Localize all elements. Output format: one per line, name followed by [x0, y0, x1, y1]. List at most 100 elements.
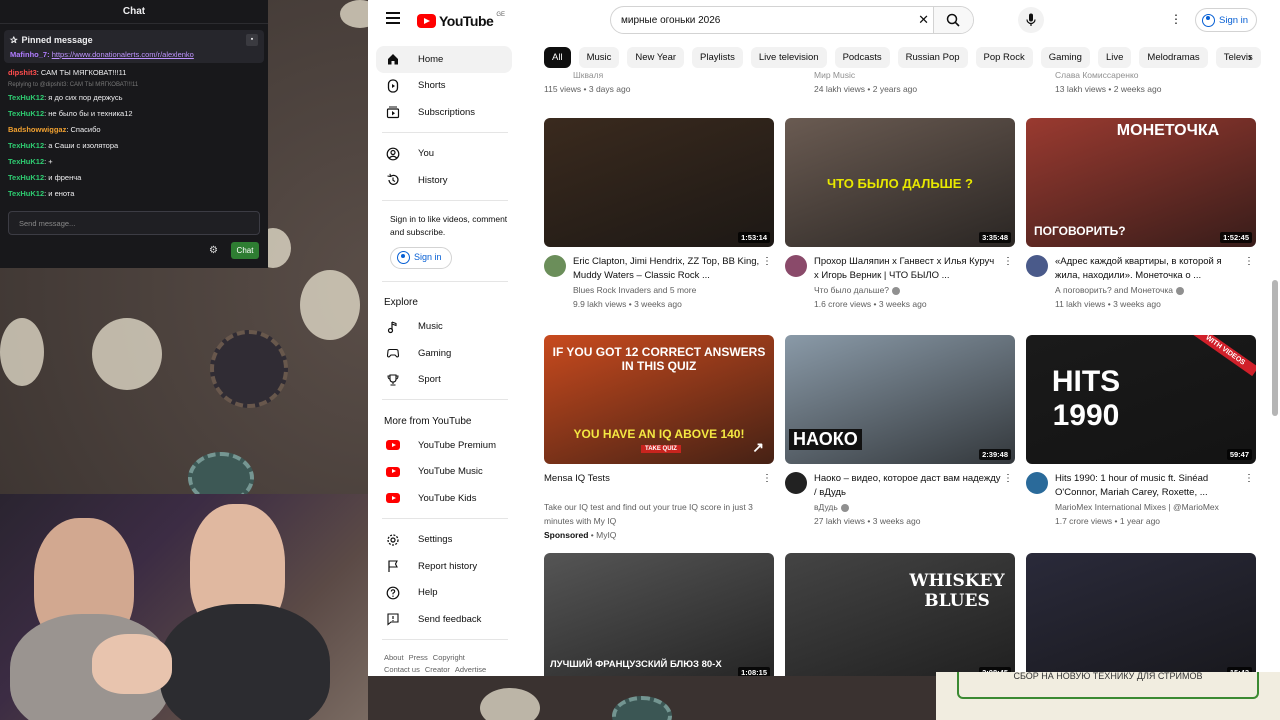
- channel-avatar[interactable]: [1026, 472, 1048, 494]
- clear-icon[interactable]: ✕: [918, 12, 929, 28]
- chat-username[interactable]: dipshit3: [8, 68, 37, 77]
- chat-username[interactable]: TexHuK12: [8, 157, 44, 166]
- sidebar-item-history[interactable]: History: [376, 167, 526, 194]
- more-vert-icon[interactable]: ⋮: [1003, 473, 1013, 484]
- more-vert-icon[interactable]: ⋮: [762, 473, 772, 484]
- footer-link[interactable]: Creator: [425, 665, 450, 674]
- video-card[interactable]: IF YOU GOT 12 CORRECT ANSWERS IN THIS QU…: [544, 335, 774, 542]
- video-thumbnail[interactable]: ЛУЧШИЙ ФРАНЦУЗСКИЙ БЛЮЗ 80-Х 1:08:15: [544, 553, 774, 676]
- footer-link[interactable]: Contact us: [384, 665, 420, 674]
- chat-username[interactable]: TexHuK12: [8, 93, 44, 102]
- sidebar-item-help[interactable]: Help: [376, 580, 526, 607]
- more-vert-icon[interactable]: ⋮: [762, 256, 772, 267]
- chat-username[interactable]: Badshowwiggaz: [8, 125, 66, 134]
- channel-avatar[interactable]: [544, 255, 566, 277]
- more-vert-icon[interactable]: ⋮: [1170, 12, 1182, 26]
- sidebar-sign-in-button[interactable]: Sign in: [390, 246, 452, 269]
- more-vert-icon[interactable]: ⋮: [1003, 256, 1013, 267]
- video-card[interactable]: ЧТО БЫЛО ДАЛЬШЕ ? 3:35:48 Прохор Шаляпин x…: [785, 118, 1015, 311]
- sidebar-item-subscriptions[interactable]: Subscriptions: [376, 99, 526, 126]
- more-vert-icon[interactable]: ⋮: [1244, 256, 1254, 267]
- sign-in-button[interactable]: Sign in: [1195, 8, 1258, 32]
- search-button[interactable]: [933, 7, 973, 33]
- youtube-logo[interactable]: YouTube GE: [417, 12, 505, 29]
- chat-username[interactable]: TexHuK12: [8, 109, 44, 118]
- channel-name[interactable]: А поговорить? and Монеточка: [1055, 283, 1256, 297]
- gear-icon[interactable]: ⚙: [209, 245, 218, 256]
- chip-live-television[interactable]: Live television: [750, 46, 827, 68]
- channel-name[interactable]: Take our IQ test and find out your true …: [544, 500, 774, 528]
- video-thumbnail[interactable]: МОНЕТОЧКА ПОГОВОРИТЬ? 1:52:45: [1026, 118, 1256, 247]
- video-title[interactable]: Hits 1990: 1 hour of music ft. Sinéad O'…: [1055, 472, 1256, 500]
- video-card[interactable]: ЛУЧШИЙ ФРАНЦУЗСКИЙ БЛЮЗ 80-Х 1:08:15: [544, 553, 774, 676]
- scrollbar[interactable]: [1272, 280, 1278, 416]
- video-title[interactable]: «Адрес каждой квартиры, в которой я жила…: [1055, 255, 1256, 283]
- chat-username[interactable]: TexHuK12: [8, 173, 44, 182]
- chip-gaming[interactable]: Gaming: [1040, 46, 1090, 68]
- channel-avatar[interactable]: [785, 255, 807, 277]
- video-title[interactable]: Eric Clapton, Jimi Hendrix, ZZ Top, BB K…: [573, 255, 774, 283]
- voice-search-button[interactable]: [1018, 7, 1044, 33]
- video-card[interactable]: МОНЕТОЧКА ПОГОВОРИТЬ? 1:52:45 «Адрес каждой…: [1026, 118, 1256, 311]
- channel-avatar[interactable]: [1026, 255, 1048, 277]
- sidebar-item-sport[interactable]: Sport: [376, 367, 526, 394]
- chip-podcasts[interactable]: Podcasts: [834, 46, 890, 68]
- sidebar-item-send-feedback[interactable]: Send feedback: [376, 606, 526, 633]
- more-vert-icon[interactable]: ⋮: [1244, 473, 1254, 484]
- video-title[interactable]: Прохор Шаляпин x Ганвест x Илья Куруч x …: [814, 255, 1015, 283]
- menu-icon[interactable]: [386, 12, 400, 26]
- chat-input[interactable]: Send message...: [8, 211, 260, 235]
- channel-avatar[interactable]: [785, 472, 807, 494]
- sidebar-item-you[interactable]: You: [376, 141, 526, 168]
- chip-music[interactable]: Music: [578, 46, 620, 68]
- chat-send-button[interactable]: Chat: [231, 242, 259, 259]
- channel-name[interactable]: вДудь: [814, 500, 1015, 514]
- video-card[interactable]: 15:42: [1026, 553, 1256, 676]
- sidebar-item-home[interactable]: Home: [376, 46, 512, 73]
- chip-live[interactable]: Live: [1097, 46, 1132, 68]
- video-title[interactable]: Mensa IQ Tests: [544, 472, 774, 500]
- sidebar-item-settings[interactable]: Settings: [376, 527, 526, 554]
- sidebar-item-music[interactable]: Music: [376, 314, 526, 341]
- footer-link[interactable]: Copyright: [433, 653, 465, 662]
- video-card[interactable]: WHISKEY BLUES2:08:45: [785, 553, 1015, 676]
- channel-name[interactable]: Слава Комиссаренко: [1055, 70, 1139, 80]
- donation-link[interactable]: https://www.donationalerts.com/r/alexlen…: [52, 50, 194, 59]
- channel-name[interactable]: Шкваля: [573, 70, 603, 80]
- chip-russian-pop[interactable]: Russian Pop: [897, 46, 968, 68]
- channel-name[interactable]: MarioMex International Mixes | @MarioMex: [1055, 500, 1256, 514]
- sidebar-item-gaming[interactable]: Gaming: [376, 340, 526, 367]
- video-thumbnail[interactable]: WHISKEY BLUES2:08:45: [785, 553, 1015, 676]
- sidebar-item-youtube-kids[interactable]: YouTube Kids: [376, 485, 526, 512]
- chip-playlists[interactable]: Playlists: [692, 46, 743, 68]
- channel-name[interactable]: Blues Rock Invaders and 5 more: [573, 283, 774, 297]
- sidebar-item-youtube-premium[interactable]: YouTube Premium: [376, 432, 526, 459]
- footer-link[interactable]: Press: [409, 653, 428, 662]
- sidebar-item-youtube-music[interactable]: YouTube Music: [376, 459, 526, 486]
- sidebar-item-report-history[interactable]: Report history: [376, 553, 526, 580]
- chip-pop-rock[interactable]: Pop Rock: [975, 46, 1033, 68]
- video-thumbnail[interactable]: НАОКО 2:39:48: [785, 335, 1015, 464]
- video-thumbnail[interactable]: ЧТО БЫЛО ДАЛЬШЕ ? 3:35:48: [785, 118, 1015, 247]
- chat-username[interactable]: TexHuK12: [8, 141, 44, 150]
- video-thumbnail[interactable]: IF YOU GOT 12 CORRECT ANSWERS IN THIS QU…: [544, 335, 774, 464]
- chat-username[interactable]: TexHuK12: [8, 189, 44, 198]
- chip-melodramas[interactable]: Melodramas: [1139, 46, 1208, 68]
- footer-link[interactable]: About: [384, 653, 404, 662]
- unpin-button[interactable]: ▪: [246, 34, 258, 46]
- video-thumbnail[interactable]: 15:42: [1026, 553, 1256, 676]
- video-title[interactable]: Наоко – видео, которое даст вам надежду …: [814, 472, 1015, 500]
- video-thumbnail[interactable]: HITS 1990 WITH VIDEOS 59:47: [1026, 335, 1256, 464]
- chip-televis[interactable]: Televis: [1215, 46, 1261, 68]
- chip-all[interactable]: All: [544, 46, 571, 68]
- sidebar-item-shorts[interactable]: Shorts: [376, 73, 526, 100]
- video-card[interactable]: HITS 1990 WITH VIDEOS 59:47 Hits 1990: 1 ho…: [1026, 335, 1256, 528]
- video-thumbnail[interactable]: 1:53:14: [544, 118, 774, 247]
- video-card[interactable]: НАОКО 2:39:48 Наоко – видео, которое даст …: [785, 335, 1015, 528]
- footer-link[interactable]: Advertise: [455, 665, 486, 674]
- search-input[interactable]: мирные огоньки 2026 ✕: [610, 6, 974, 34]
- channel-name[interactable]: Мир Music: [814, 70, 855, 80]
- channel-name[interactable]: Что было дальше?: [814, 283, 1015, 297]
- external-link-icon[interactable]: ↗: [752, 439, 764, 456]
- video-card[interactable]: 1:53:14 Eric Clapton, Jimi Hendrix, ZZ To…: [544, 118, 774, 311]
